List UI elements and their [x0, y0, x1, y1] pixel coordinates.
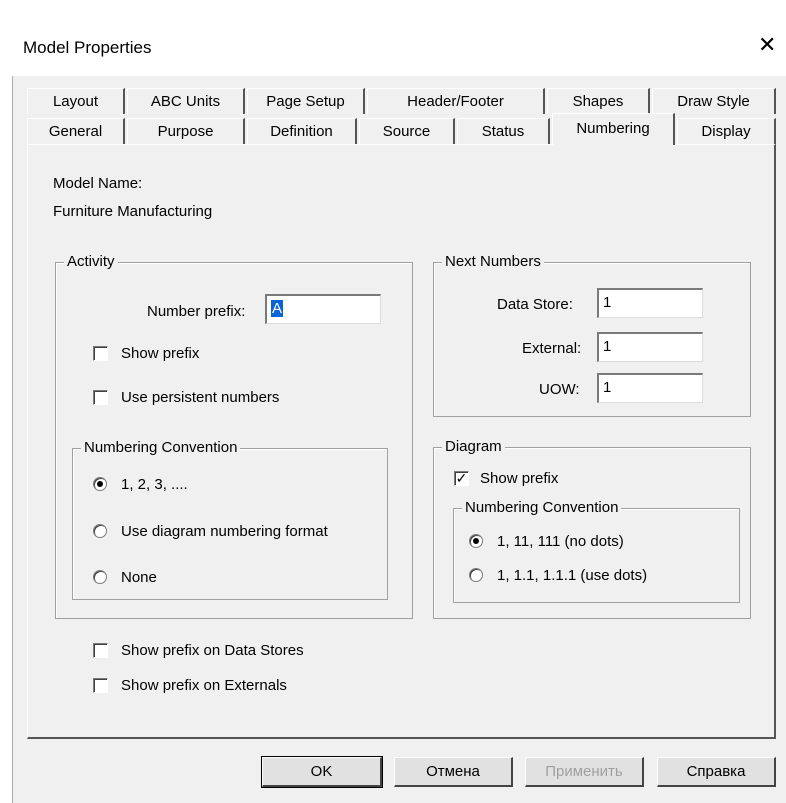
- convention-diagram-format-label: Use diagram numbering format: [121, 523, 328, 540]
- convention-no-dots-radio[interactable]: [469, 534, 483, 548]
- tab-abc-units[interactable]: ABC Units: [127, 88, 245, 114]
- convention-123-label: 1, 2, 3, ....: [121, 476, 188, 493]
- tab-definition[interactable]: Definition: [247, 118, 357, 144]
- tab-purpose[interactable]: Purpose: [127, 118, 245, 144]
- prefix-data-stores-checkbox[interactable]: [93, 643, 108, 658]
- tab-shapes[interactable]: Shapes: [547, 88, 650, 114]
- tab-display[interactable]: Display: [677, 118, 776, 144]
- convention-use-dots-radio[interactable]: [469, 568, 483, 582]
- tab-general[interactable]: General: [27, 118, 125, 144]
- persistent-numbers-label: Use persistent numbers: [121, 389, 280, 406]
- convention-no-dots-label: 1, 11, 111 (no dots): [497, 533, 624, 550]
- uow-input[interactable]: 1: [597, 373, 703, 403]
- data-store-label: Data Store:: [497, 296, 573, 313]
- help-button[interactable]: Справка: [657, 757, 776, 787]
- number-prefix-input[interactable]: A: [265, 294, 381, 324]
- prefix-data-stores-label: Show prefix on Data Stores: [121, 642, 304, 659]
- window-title: Model Properties: [23, 38, 152, 57]
- apply-button[interactable]: Применить: [525, 757, 644, 787]
- next-numbers-group: [433, 262, 751, 417]
- model-name-label: Model Name:: [53, 175, 143, 192]
- tab-status[interactable]: Status: [457, 118, 550, 144]
- show-prefix-checkbox[interactable]: [93, 346, 108, 361]
- external-label: External:: [522, 340, 582, 357]
- diagram-show-prefix-checkbox[interactable]: ✓: [454, 471, 469, 486]
- model-name-value: Furniture Manufacturing: [53, 203, 213, 220]
- activity-legend: Activity: [64, 253, 118, 271]
- convention-diagram-format-radio[interactable]: [93, 524, 107, 538]
- tab-draw-style[interactable]: Draw Style: [652, 88, 776, 114]
- cancel-button[interactable]: Отмена: [394, 757, 513, 787]
- tab-source[interactable]: Source: [359, 118, 455, 144]
- convention-none-radio[interactable]: [93, 570, 107, 584]
- uow-label: UOW:: [539, 381, 580, 398]
- tab-layout[interactable]: Layout: [27, 88, 125, 114]
- close-icon[interactable]: ✕: [758, 34, 776, 56]
- external-input[interactable]: 1: [597, 332, 703, 362]
- convention-none-label: None: [121, 569, 157, 586]
- ok-button[interactable]: OK: [261, 756, 383, 788]
- diagram-convention-group: [453, 508, 740, 603]
- data-store-input[interactable]: 1: [597, 288, 703, 318]
- tab-page-setup[interactable]: Page Setup: [247, 88, 365, 114]
- number-prefix-label: Number prefix:: [147, 303, 246, 320]
- prefix-externals-label: Show prefix on Externals: [121, 677, 287, 694]
- tab-numbering[interactable]: Numbering: [552, 113, 675, 145]
- show-prefix-label: Show prefix: [121, 345, 200, 362]
- convention-use-dots-label: 1, 1.1, 1.1.1 (use dots): [497, 567, 648, 584]
- diagram-show-prefix-label: Show prefix: [480, 470, 559, 487]
- diagram-legend: Diagram: [442, 438, 505, 456]
- check-icon: ✓: [455, 470, 468, 486]
- persistent-numbers-checkbox[interactable]: [93, 390, 108, 405]
- prefix-externals-checkbox[interactable]: [93, 678, 108, 693]
- diagram-convention-legend: Numbering Convention: [462, 499, 622, 517]
- next-numbers-legend: Next Numbers: [442, 253, 544, 271]
- number-prefix-value: A: [271, 300, 284, 317]
- activity-convention-legend: Numbering Convention: [81, 439, 241, 457]
- tab-header-footer[interactable]: Header/Footer: [367, 88, 545, 114]
- convention-123-radio[interactable]: [93, 477, 107, 491]
